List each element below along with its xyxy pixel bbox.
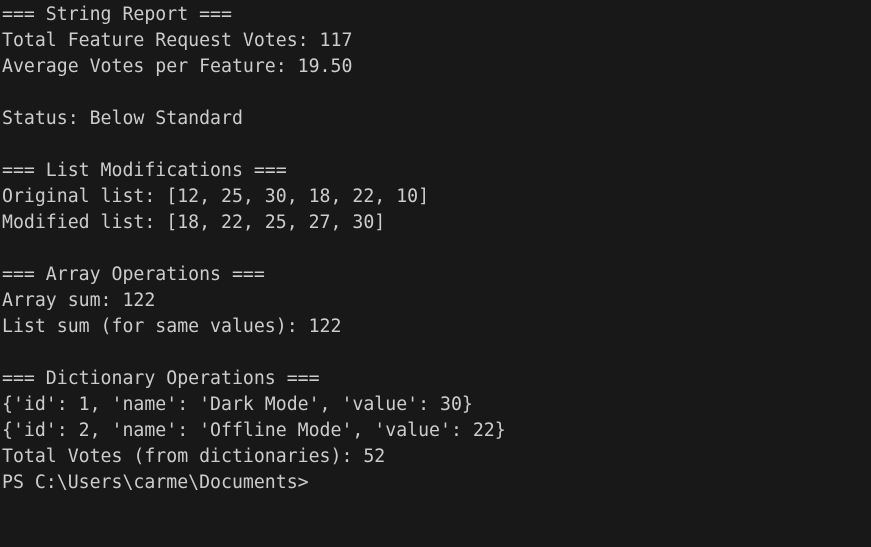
output-line: Array sum: 122 bbox=[2, 290, 156, 311]
section-header-list-modifications: === List Modifications === bbox=[2, 160, 287, 181]
output-line: Original list: [12, 25, 30, 18, 22, 10] bbox=[2, 186, 430, 207]
output-line: List sum (for same values): 122 bbox=[2, 316, 342, 337]
section-header-dictionary-operations: === Dictionary Operations === bbox=[2, 368, 320, 389]
output-line: {'id': 1, 'name': 'Dark Mode', 'value': … bbox=[2, 394, 473, 415]
section-header-array-operations: === Array Operations === bbox=[2, 264, 265, 285]
output-line: Total Votes (from dictionaries): 52 bbox=[2, 446, 386, 467]
output-line: Total Feature Request Votes: 117 bbox=[2, 30, 353, 51]
section-header-string-report: === String Report === bbox=[2, 4, 232, 25]
output-line: Average Votes per Feature: 19.50 bbox=[2, 56, 353, 77]
output-line: {'id': 2, 'name': 'Offline Mode', 'value… bbox=[2, 420, 506, 441]
shell-prompt[interactable]: PS C:\Users\carme\Documents> bbox=[2, 470, 871, 496]
output-line: Status: Below Standard bbox=[2, 108, 243, 129]
terminal-output: === String Report === Total Feature Requ… bbox=[0, 0, 871, 496]
output-line: Modified list: [18, 22, 25, 27, 30] bbox=[2, 212, 386, 233]
